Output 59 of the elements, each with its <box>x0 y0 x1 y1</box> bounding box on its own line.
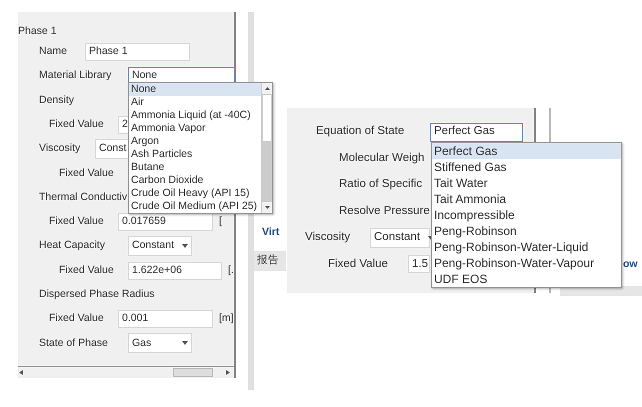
dropdown-select[interactable]: Gas <box>128 333 192 354</box>
field-label: Fixed Value <box>59 264 114 276</box>
scrollbar[interactable] <box>18 366 234 378</box>
dropdown-option[interactable]: Crude Oil Heavy (API 15) <box>129 187 261 200</box>
dropdown-option[interactable]: Crude Oil Medium (API 25) <box>129 200 261 213</box>
dropdown-select[interactable]: Constant <box>370 228 430 248</box>
dropdown-option[interactable]: Tait Ammonia <box>432 191 621 207</box>
dropdown-option[interactable]: Air <box>129 96 261 109</box>
arrow-right-icon[interactable] <box>226 370 230 375</box>
dropdown-option[interactable]: Ammonia Liquid (at -40C) <box>129 109 261 122</box>
dropdown-option[interactable]: Ammonia Vapor <box>129 122 261 135</box>
dropdown-option[interactable]: Peng-Robinson-Water-Liquid <box>432 239 621 255</box>
field-label: Viscosity <box>305 231 350 244</box>
field-label: Material Library <box>39 69 112 82</box>
field-label: Fixed Value <box>49 118 104 130</box>
field-label: Thermal Conductiv <box>39 190 128 203</box>
dropdown-option[interactable]: Tait Water <box>432 175 621 191</box>
dropdown-select[interactable]: Perfect Gas <box>430 122 523 142</box>
dropdown-option[interactable]: Butane <box>129 161 261 174</box>
unit-label: [m] <box>219 311 234 326</box>
dropdown-option[interactable]: Carbon Dioxide <box>129 174 261 187</box>
field-label: Dispersed Phase Radius <box>39 288 155 300</box>
unit-label: [. <box>228 262 234 278</box>
unit-label: [ <box>219 214 222 230</box>
field-label: Fixed Value <box>49 312 104 324</box>
field-label: Resolve Pressure <box>339 204 430 217</box>
section-title: Phase 1 <box>18 24 58 39</box>
arrow-down-icon[interactable] <box>264 206 270 209</box>
input-field[interactable]: 1.622e+06 <box>128 262 222 280</box>
dropdown-option[interactable]: UDF EOS <box>432 271 621 287</box>
field-label: State of Phase <box>39 336 108 349</box>
field-label: Ratio of Specific <box>339 178 422 190</box>
input-field[interactable]: Phase 1 <box>85 42 190 61</box>
scrollbar[interactable] <box>261 83 272 213</box>
field-label: Fixed Value <box>49 215 104 228</box>
field-label: Fixed Value <box>328 258 388 270</box>
arrow-left-icon[interactable] <box>19 370 23 375</box>
field-label: Equation of State <box>316 125 404 138</box>
dropdown-select[interactable]: Constant <box>128 236 192 256</box>
input-field[interactable]: 0.001 <box>118 310 213 328</box>
field-label: Molecular Weigh <box>339 152 424 164</box>
dropdown-option[interactable]: None <box>129 83 261 96</box>
input-field[interactable]: 0.017659 <box>118 212 213 231</box>
arrow-up-icon[interactable] <box>264 87 270 90</box>
field-label: Heat Capacity <box>39 239 105 252</box>
dropdown-option[interactable]: Stiffened Gas <box>432 159 621 175</box>
tab[interactable]: 报告 <box>254 251 286 271</box>
field-label: Fixed Value <box>59 166 114 178</box>
dropdown-option[interactable]: Peng-Robinson-Water-Vapour <box>432 255 621 271</box>
field-label: Viscosity <box>39 142 80 154</box>
scrollbar-thumb[interactable] <box>173 368 213 377</box>
dropdown-option[interactable]: Perfect Gas <box>432 143 621 159</box>
field-label: Density <box>39 94 74 106</box>
field-label: Name <box>39 45 68 58</box>
dropdown-option[interactable]: Incompressible <box>432 207 621 223</box>
dropdown-option[interactable]: Peng-Robinson <box>432 223 621 239</box>
input-field[interactable]: 1.5 <box>408 255 430 274</box>
link-text[interactable]: ow <box>623 257 638 273</box>
link-text[interactable]: Virt <box>262 225 280 241</box>
